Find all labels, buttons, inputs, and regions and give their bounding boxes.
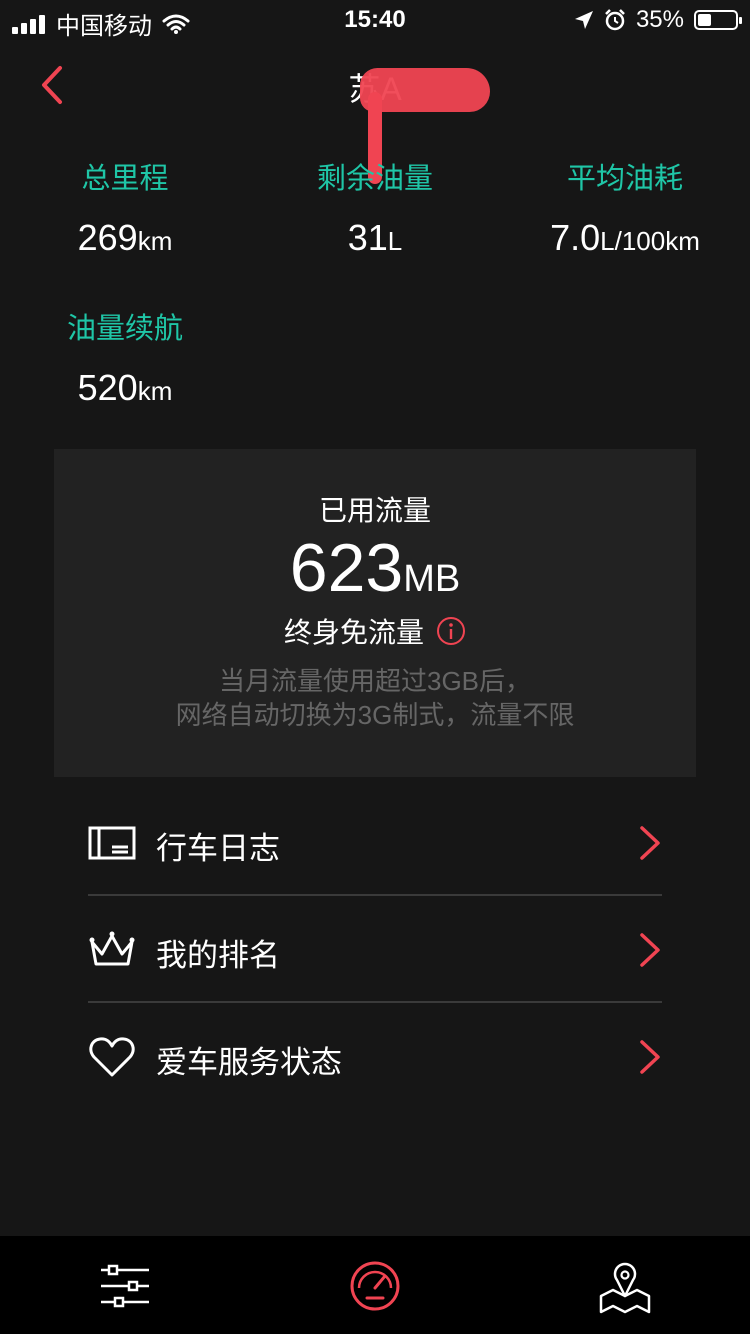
stat-avg-consumption: 平均油耗 7.0L/100km xyxy=(500,155,750,259)
menu-item-my-ranking[interactable]: 我的排名 xyxy=(88,896,662,1003)
stat-value: 31L xyxy=(250,217,500,259)
battery-icon xyxy=(694,10,742,30)
menu-item-driving-log[interactable]: 行车日志 xyxy=(88,789,662,896)
stat-number: 7.0 xyxy=(550,217,601,258)
map-pin-icon[interactable] xyxy=(595,1258,655,1314)
chevron-right-icon xyxy=(640,933,660,967)
status-right: 35% xyxy=(574,6,742,34)
stat-unit: km xyxy=(137,226,173,256)
data-usage-value: 623MB xyxy=(54,529,696,607)
menu-item-label: 爱车服务状态 xyxy=(156,1045,342,1080)
info-icon[interactable] xyxy=(436,616,466,646)
stat-number: 31 xyxy=(347,217,388,258)
alarm-icon xyxy=(605,9,625,31)
settings-sliders-icon[interactable] xyxy=(95,1258,155,1314)
note-line-2: 网络自动切换为3G制式，流量不限 xyxy=(175,700,575,730)
stat-label: 剩余油量 xyxy=(316,163,433,195)
stat-unit: km xyxy=(137,376,173,406)
data-usage-title: 已用流量 xyxy=(318,495,431,526)
stat-total-mileage: 总里程 269km xyxy=(0,155,250,259)
stat-unit: L xyxy=(387,226,403,256)
heart-icon xyxy=(89,1037,135,1077)
stat-number: 269 xyxy=(77,217,138,258)
data-usage-note: 当月流量使用超过3GB后， 网络自动切换为3G制式，流量不限 xyxy=(54,664,696,732)
stat-value: 520km xyxy=(0,367,250,409)
stat-label: 平均油耗 xyxy=(566,163,683,195)
status-bar: 中国移动 15:40 35% xyxy=(0,0,750,40)
stat-label: 油量续航 xyxy=(66,313,183,345)
menu-list: 行车日志 我的排名 爱车服务状态 xyxy=(88,789,662,1108)
stat-number: 520 xyxy=(77,367,138,408)
stat-label: 总里程 xyxy=(81,163,169,195)
speedometer-icon[interactable] xyxy=(345,1258,405,1314)
nav-bar: 苏A xyxy=(0,50,750,184)
menu-item-car-service-status[interactable]: 爱车服务状态 xyxy=(88,1003,662,1108)
menu-item-label: 我的排名 xyxy=(156,938,280,973)
data-usage-card: 已用流量 623MB 终身免流量 当月流量使用超过3GB后， 网络自动切换为3G… xyxy=(54,449,696,777)
chevron-right-icon xyxy=(640,1040,660,1074)
stat-value: 269km xyxy=(0,217,250,259)
data-plan-label: 终身免流量 xyxy=(283,617,424,648)
battery-percent: 35% xyxy=(635,6,684,33)
tab-bar xyxy=(0,1236,750,1334)
stat-fuel-range: 油量续航 520km xyxy=(0,305,250,409)
stat-remaining-fuel: 剩余油量 31L xyxy=(250,155,500,259)
location-arrow-icon xyxy=(574,11,593,29)
data-plan: 终身免流量 xyxy=(54,611,696,651)
crown-icon xyxy=(89,931,135,966)
log-icon xyxy=(88,826,136,860)
data-usage-number: 623 xyxy=(289,530,404,606)
chevron-right-icon xyxy=(640,826,660,860)
note-line-1: 当月流量使用超过3GB后， xyxy=(218,666,532,696)
menu-item-label: 行车日志 xyxy=(156,831,280,866)
data-usage-unit: MB xyxy=(403,558,461,600)
stat-value: 7.0L/100km xyxy=(500,217,750,259)
stat-unit: L/100km xyxy=(600,226,700,256)
